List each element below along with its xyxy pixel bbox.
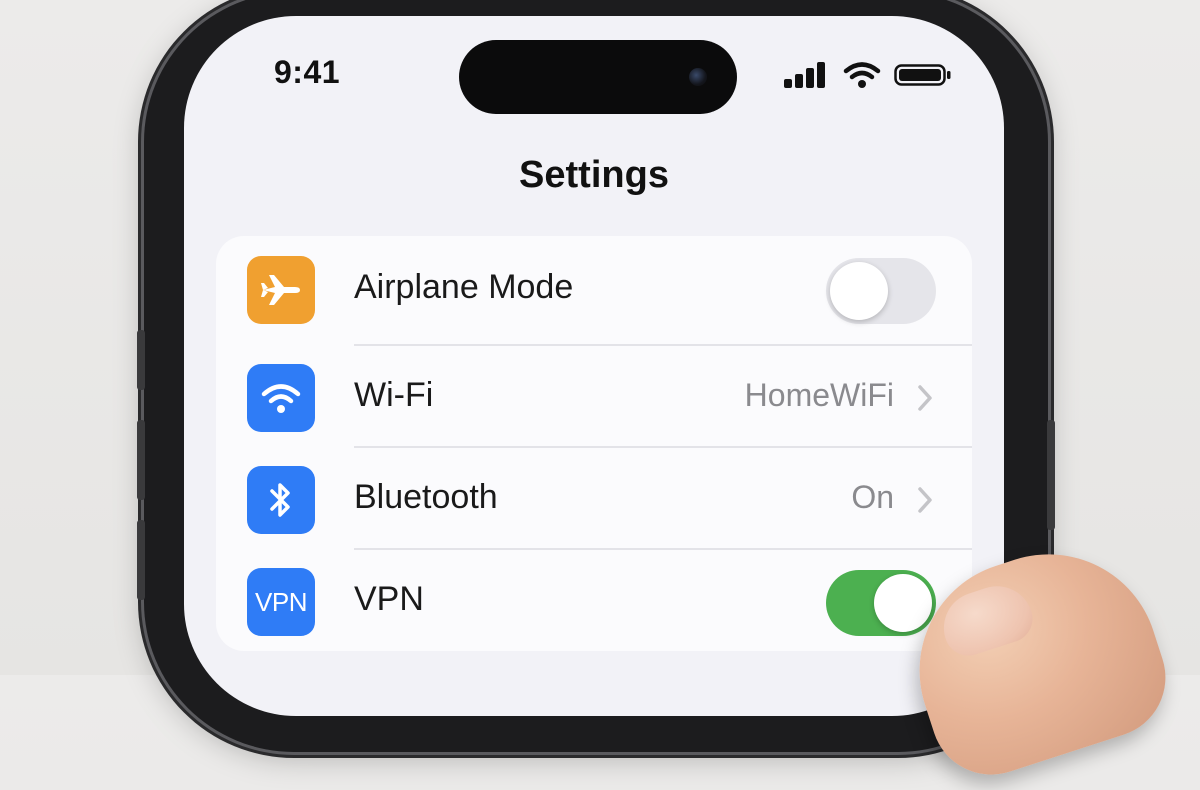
- bluetooth-icon: [247, 466, 315, 534]
- page-title: Settings: [519, 154, 669, 196]
- signal-icon: [784, 62, 828, 88]
- vpn-icon-text: VPN: [255, 586, 307, 617]
- vpn-icon: VPN: [247, 568, 315, 636]
- settings-row-label: Wi-Fi: [354, 376, 434, 414]
- wifi-glyph-icon: [261, 384, 301, 413]
- status-time: 9:41: [274, 54, 341, 90]
- settings-row-vpn[interactable]: VPN VPN: [216, 548, 972, 650]
- settings-row-label: Bluetooth: [354, 478, 498, 516]
- settings-row-label: VPN: [354, 580, 424, 618]
- wifi-icon: [247, 364, 315, 432]
- front-camera-icon: [689, 68, 707, 86]
- phone-screen: 9:41 Settings Airplane Mode Wi-Fi HomeWi…: [184, 16, 1004, 716]
- volume-up-button: [137, 420, 145, 500]
- airplane-glyph-icon: [261, 275, 300, 305]
- battery-icon: [894, 64, 951, 86]
- vpn-toggle[interactable]: [826, 570, 936, 636]
- settings-row-wifi[interactable]: Wi-Fi HomeWiFi: [216, 344, 972, 446]
- settings-row-airplane-mode[interactable]: Airplane Mode: [216, 236, 972, 338]
- settings-row-bluetooth[interactable]: Bluetooth On: [216, 446, 972, 548]
- chevron-right-icon: [918, 385, 932, 411]
- volume-down-button: [137, 520, 145, 600]
- power-button: [1047, 420, 1055, 530]
- dynamic-island: [459, 40, 737, 114]
- airplane-mode-toggle[interactable]: [826, 258, 936, 324]
- settings-row-label: Airplane Mode: [354, 268, 574, 306]
- action-button: [137, 330, 145, 390]
- bluetooth-status-value: On: [851, 479, 894, 515]
- settings-group: Airplane Mode Wi-Fi HomeWiFi Bluetooth O…: [216, 236, 972, 651]
- toggle-knob: [874, 574, 932, 632]
- chevron-right-icon: [918, 487, 932, 513]
- bluetooth-glyph-icon: [270, 483, 290, 517]
- toggle-knob: [830, 262, 888, 320]
- status-icons: [784, 60, 956, 90]
- status-bar: 9:41: [184, 16, 1004, 126]
- wifi-network-value: HomeWiFi: [744, 377, 894, 413]
- airplane-icon: [247, 256, 315, 324]
- wifi-icon: [843, 62, 881, 88]
